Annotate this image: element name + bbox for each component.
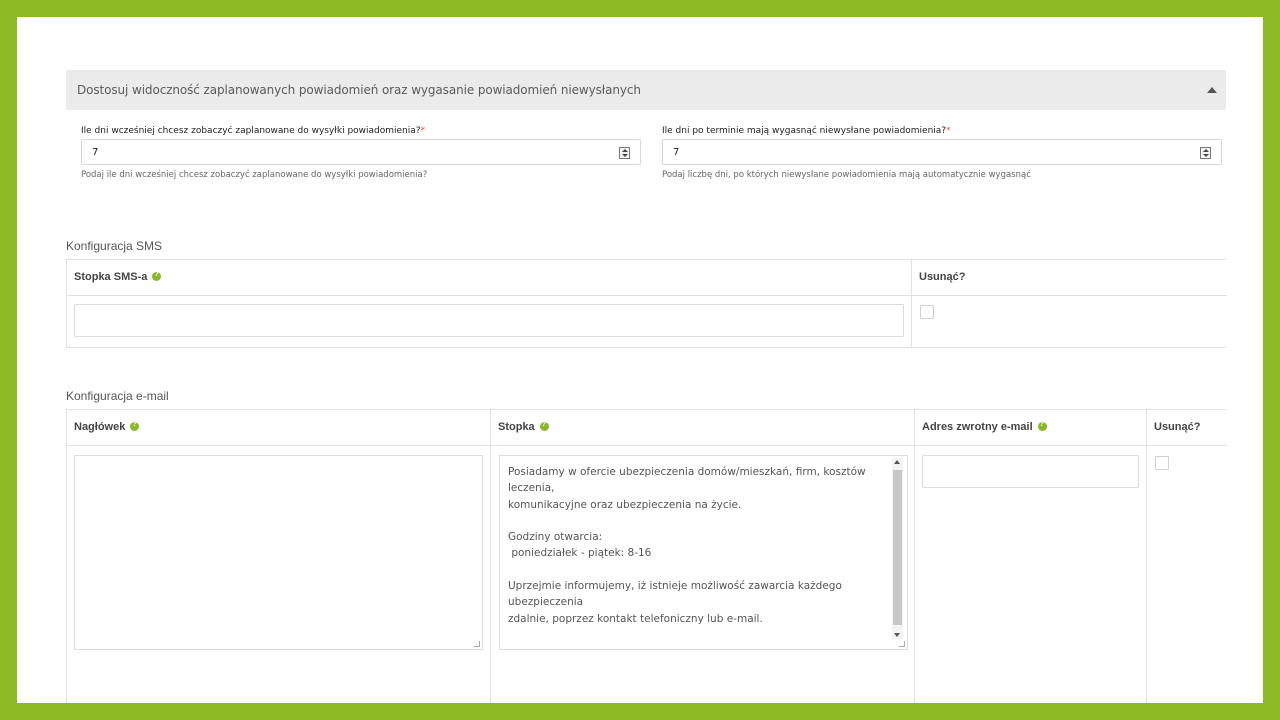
email-return-address-cell: [915, 446, 1147, 703]
email-delete-checkbox[interactable]: [1155, 456, 1169, 470]
sms-footer-cell: [67, 296, 912, 348]
sms-delete-column-header: Usunąć?: [912, 260, 1227, 296]
days-before-value: 7: [92, 147, 99, 158]
help-icon[interactable]: [152, 271, 162, 281]
sms-section-title: Konfiguracja SMS: [66, 239, 163, 253]
caret-up-icon[interactable]: [1207, 87, 1217, 93]
days-expire-value: 7: [673, 147, 680, 158]
days-expire-label: Ile dni po terminie mają wygasnąć niewys…: [662, 126, 951, 136]
scroll-down-icon[interactable]: [894, 633, 900, 637]
email-footer-text: Posiadamy w ofercie ubezpieczenia domów/…: [508, 466, 866, 625]
resize-grip-icon[interactable]: [474, 641, 480, 647]
scrollbar[interactable]: [892, 458, 903, 639]
email-footer-cell: Posiadamy w ofercie ubezpieczenia domów/…: [491, 446, 915, 703]
email-delete-column-header: Usunąć?: [1147, 410, 1227, 446]
scroll-up-icon[interactable]: [894, 460, 900, 464]
sms-footer-column-header: Stopka SMS-a: [67, 260, 912, 296]
sms-footer-input[interactable]: [74, 304, 904, 337]
sms-delete-checkbox[interactable]: [920, 305, 934, 319]
help-icon[interactable]: [1037, 421, 1047, 431]
email-header-textarea[interactable]: [74, 455, 483, 650]
scroll-thumb[interactable]: [893, 470, 902, 625]
email-return-address-column-header: Adres zwrotny e-mail: [915, 410, 1147, 446]
resize-grip-icon[interactable]: [899, 641, 905, 647]
email-config-table: Nagłówek Stopka Adres zwrotny e-mail Usu…: [66, 409, 1227, 703]
notification-visibility-panel-header[interactable]: Dostosuj widoczność zaplanowanych powiad…: [66, 70, 1226, 110]
email-section-title: Konfiguracja e-mail: [66, 389, 169, 403]
days-before-help: Podaj ile dni wcześniej chcesz zobaczyć …: [81, 170, 428, 180]
help-icon[interactable]: [539, 421, 549, 431]
sms-config-table: Stopka SMS-a Usunąć?: [66, 259, 1227, 348]
required-mark: *: [946, 126, 951, 136]
days-before-input[interactable]: 7: [81, 139, 641, 165]
email-header-cell: [67, 446, 491, 703]
email-footer-textarea[interactable]: Posiadamy w ofercie ubezpieczenia domów/…: [499, 455, 908, 650]
email-header-column-header: Nagłówek: [67, 410, 491, 446]
settings-page: Dostosuj widoczność zaplanowanych powiad…: [17, 17, 1263, 703]
required-mark: *: [420, 126, 426, 136]
days-before-label: Ile dni wcześniej chcesz zobaczyć zaplan…: [81, 126, 426, 136]
help-icon[interactable]: [130, 421, 140, 431]
days-expire-input[interactable]: 7: [662, 139, 1222, 165]
panel-title: Dostosuj widoczność zaplanowanych powiad…: [77, 83, 641, 97]
email-return-address-input[interactable]: [922, 455, 1139, 488]
email-footer-column-header: Stopka: [491, 410, 915, 446]
number-spinner-icon[interactable]: [1200, 147, 1211, 159]
number-spinner-icon[interactable]: [619, 147, 630, 159]
days-expire-help: Podaj liczbę dni, po których niewysłane …: [662, 170, 1031, 180]
